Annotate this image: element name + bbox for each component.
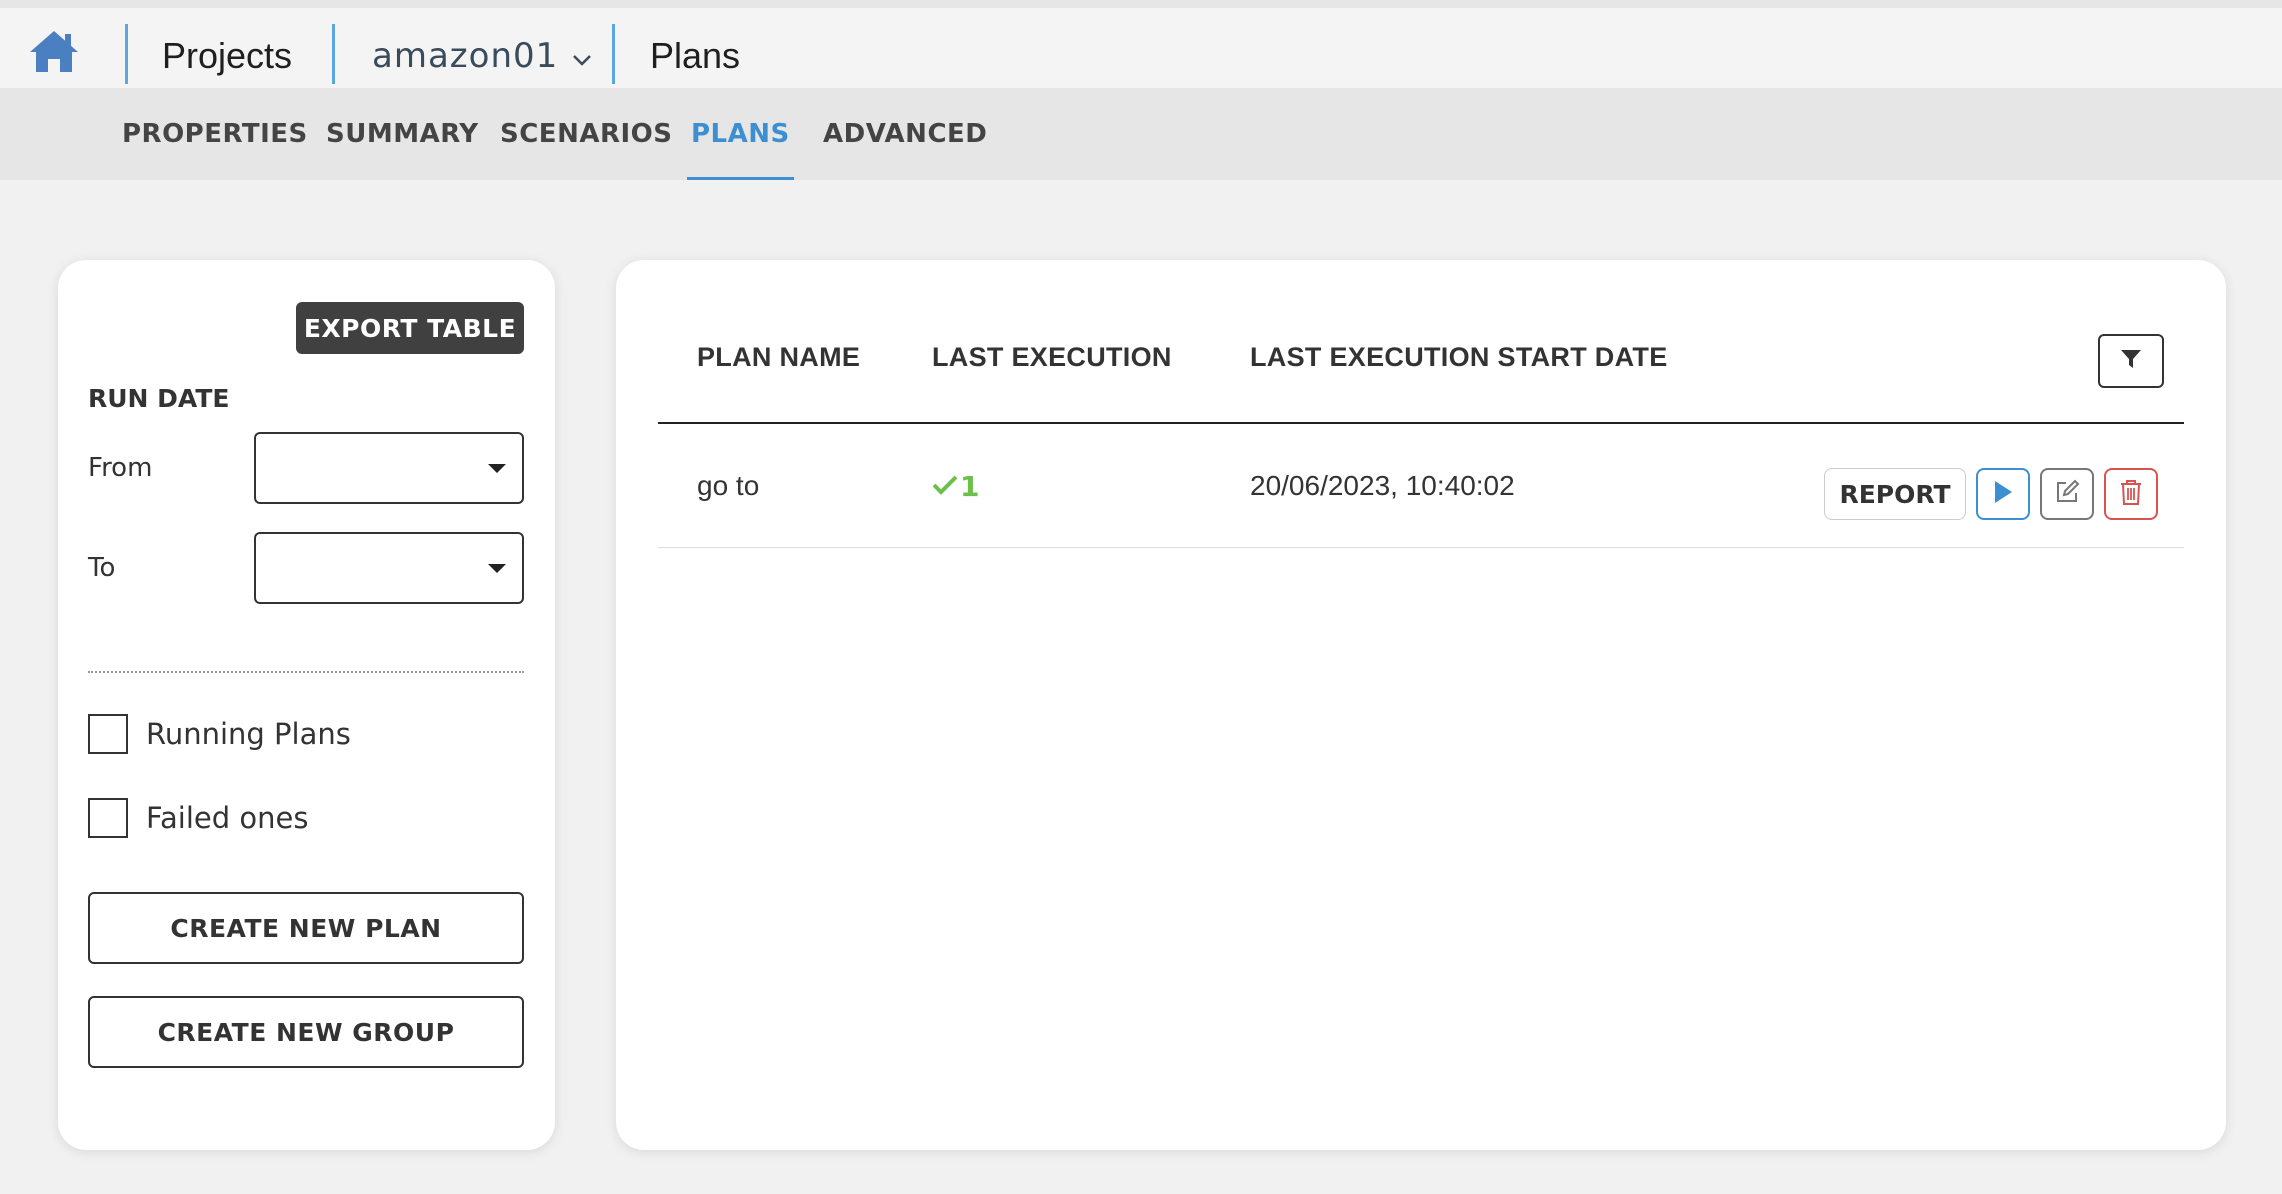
export-table-button[interactable]: EXPORT TABLE: [296, 302, 524, 354]
filter-panel: EXPORT TABLE RUN DATE From To Running Pl…: [58, 260, 555, 1150]
tab-bar: PROPERTIES SUMMARY SCENARIOS PLANS ADVAN…: [0, 88, 2282, 180]
top-bar: Projects amazon01 Plans: [0, 0, 2282, 88]
last-execution-cell: 1: [932, 424, 979, 548]
failed-ones-checkbox[interactable]: Failed ones: [88, 798, 308, 838]
breadcrumb-separator: [612, 24, 615, 84]
filter-button[interactable]: [2098, 334, 2164, 388]
execution-count: 1: [960, 469, 980, 503]
caret-down-icon: [488, 564, 506, 573]
checkbox-box[interactable]: [88, 798, 128, 838]
to-label: To: [88, 553, 116, 583]
breadcrumb-page-title: Plans: [650, 35, 741, 76]
checkbox-box[interactable]: [88, 714, 128, 754]
checkmark-icon: [932, 470, 958, 503]
home-icon[interactable]: [28, 28, 80, 74]
project-name: amazon01: [372, 36, 559, 76]
run-date-label: RUN DATE: [88, 384, 230, 413]
caret-down-icon: [488, 464, 506, 473]
chevron-down-icon: [572, 36, 592, 76]
create-new-plan-button[interactable]: CREATE NEW PLAN: [88, 892, 524, 964]
column-header-start-date: LAST EXECUTION START DATE: [1250, 342, 1668, 372]
breadcrumb-separator: [332, 24, 335, 84]
from-label: From: [88, 453, 153, 483]
report-button[interactable]: REPORT: [1824, 468, 1966, 520]
delete-plan-button[interactable]: [2104, 468, 2158, 520]
running-plans-label: Running Plans: [146, 717, 351, 751]
failed-ones-label: Failed ones: [146, 801, 309, 835]
plan-name-cell[interactable]: go to: [697, 424, 759, 548]
from-date-select[interactable]: [254, 432, 524, 504]
running-plans-checkbox[interactable]: Running Plans: [88, 714, 351, 754]
plans-table-panel: PLAN NAME LAST EXECUTION LAST EXECUTION …: [616, 260, 2226, 1150]
tab-plans[interactable]: PLANS: [687, 88, 794, 180]
create-new-group-button[interactable]: CREATE NEW GROUP: [88, 996, 524, 1068]
column-header-plan-name: PLAN NAME: [697, 342, 861, 372]
play-icon: [1992, 479, 2014, 509]
tab-scenarios[interactable]: SCENARIOS: [500, 88, 672, 180]
to-date-select[interactable]: [254, 532, 524, 604]
run-plan-button[interactable]: [1976, 468, 2030, 520]
edit-icon: [2054, 479, 2080, 509]
edit-plan-button[interactable]: [2040, 468, 2094, 520]
filter-icon: [2119, 347, 2143, 375]
project-dropdown[interactable]: amazon01: [372, 32, 592, 80]
tab-advanced[interactable]: ADVANCED: [823, 88, 987, 180]
trash-icon: [2119, 478, 2143, 510]
start-date-cell: 20/06/2023, 10:40:02: [1250, 470, 1515, 501]
breadcrumb-projects[interactable]: Projects: [162, 32, 292, 80]
tab-properties[interactable]: PROPERTIES: [122, 88, 308, 180]
divider: [88, 671, 524, 673]
column-header-last-execution: LAST EXECUTION: [932, 342, 1172, 372]
breadcrumb-separator: [125, 24, 128, 84]
tab-summary[interactable]: SUMMARY: [326, 88, 479, 180]
